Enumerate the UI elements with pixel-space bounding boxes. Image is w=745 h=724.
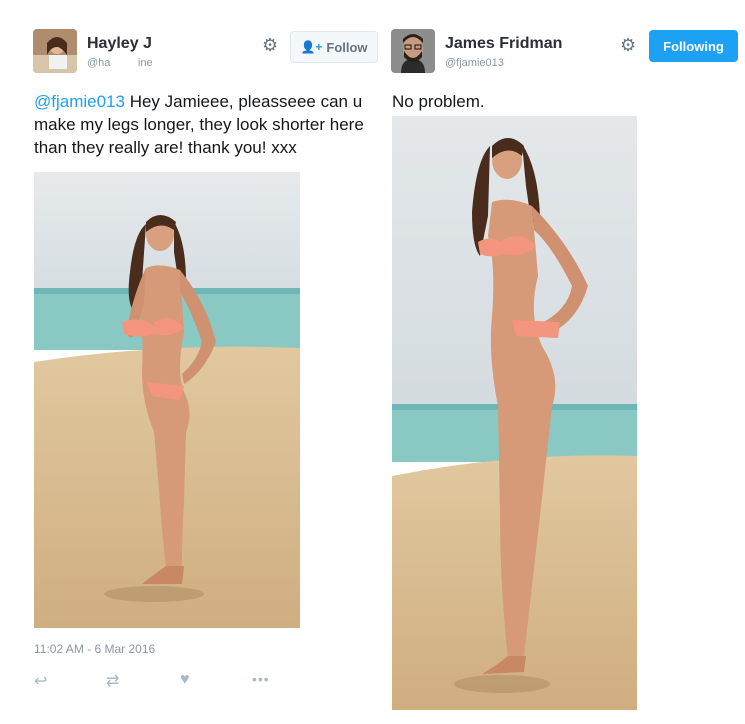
james-name[interactable]: James Fridman (445, 35, 562, 53)
gear-icon[interactable]: ⚙ (620, 36, 636, 54)
follow-label: Follow (326, 39, 368, 55)
hayley-avatar[interactable] (33, 29, 77, 73)
heart-icon[interactable]: ♥ (180, 671, 190, 689)
right-tweet-text: No problem. (392, 92, 485, 111)
james-handle[interactable]: @fjamie013 (445, 57, 504, 69)
retweet-icon[interactable]: ⇄ (106, 671, 119, 691)
follow-button[interactable]: 👤+ Follow (290, 31, 378, 63)
left-tweet-text: @fjamie013 Hey Jamieee, pleasseee can u … (34, 90, 374, 159)
more-icon[interactable]: ••• (252, 671, 270, 687)
hayley-handle[interactable]: @ha ine (87, 57, 153, 69)
left-tweet-photo[interactable] (34, 172, 300, 628)
right-tweet-photo[interactable] (392, 116, 637, 710)
james-avatar[interactable] (391, 29, 435, 73)
hayley-name[interactable]: Hayley J (87, 35, 152, 53)
tweet-timestamp[interactable]: 11:02 AM - 6 Mar 2016 (34, 642, 155, 656)
mention-link[interactable]: @fjamie013 (34, 92, 125, 111)
person-plus-icon: 👤+ (300, 40, 323, 54)
reply-icon[interactable]: ↩ (34, 671, 47, 691)
following-button[interactable]: Following (649, 30, 738, 62)
gear-icon[interactable]: ⚙ (262, 36, 278, 54)
